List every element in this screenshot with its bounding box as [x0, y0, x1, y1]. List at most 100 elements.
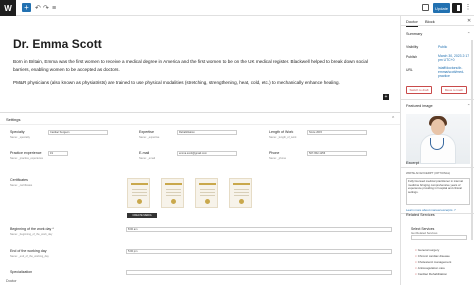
summary-heading[interactable]: Summary — [406, 32, 422, 36]
chevron-up-icon[interactable]: ⌃ — [467, 31, 470, 36]
redo-icon[interactable]: ↷ — [43, 4, 49, 12]
beginning-work-day-field-name: Name: _beginning_of_the_work_day — [10, 233, 53, 236]
certificate-line — [234, 195, 249, 196]
phone-field-name: Name: _phone — [269, 157, 287, 160]
service-tag[interactable]: × Anticoagulation care — [415, 266, 445, 270]
paragraph-block[interactable]: Born in Britain, Emma was the first wome… — [13, 58, 383, 74]
specialization-input[interactable] — [126, 270, 392, 275]
divider — [401, 99, 474, 100]
beginning-work-day-label: Beginning of the work day * — [10, 227, 54, 231]
excerpt-field-label: WRITE AN EXCERPT (OPTIONAL) — [406, 171, 451, 175]
settings-sidebar: Doctor Block ✕ Summary ⌃ Visibility Publ… — [400, 16, 474, 285]
end-working-day-label: End of the working day — [10, 249, 47, 253]
certificate-line — [234, 189, 249, 190]
certificate-seal-icon — [239, 199, 244, 204]
move-to-trash-button[interactable]: Move to trash — [441, 86, 467, 94]
certificate-seal-icon — [137, 199, 142, 204]
expertise-field-name: Name: _expertise — [139, 136, 160, 139]
certificate-thumbnail[interactable] — [195, 178, 218, 208]
doctor-face — [431, 119, 445, 135]
certificates-label: Certificates — [10, 178, 28, 182]
certificates-field-name: Name: _certificates — [10, 184, 33, 187]
excerpt-textarea[interactable]: Fully licensed medical practitioner in i… — [406, 178, 470, 205]
certificate-seal-icon — [205, 199, 210, 204]
remove-icon[interactable]: × — [415, 260, 417, 264]
certificate-title-mark — [199, 183, 216, 185]
certificate-title-mark — [131, 183, 148, 185]
length-of-work-input[interactable]: Since 2015 — [307, 130, 367, 135]
certificate-thumbnail[interactable] — [229, 178, 252, 208]
phone-label: Phone — [269, 151, 280, 155]
more-options-icon[interactable]: ⋮ — [464, 3, 472, 13]
paragraph-block[interactable]: PM&R physicians (also known as physiatri… — [13, 79, 383, 87]
metabox-heading: Settings — [6, 117, 21, 122]
expertise-label: Expertise — [139, 130, 154, 134]
chevron-up-icon[interactable]: ⌃ — [391, 116, 395, 122]
breadcrumb: Doctor — [6, 279, 17, 283]
certificate-title-mark — [233, 183, 250, 185]
related-services-heading[interactable]: Related Services — [406, 213, 435, 217]
divider — [0, 124, 400, 125]
service-tag[interactable]: × Chronic cardiac disease — [415, 254, 450, 258]
sidebar-scrollbar[interactable] — [471, 40, 473, 240]
tab-block[interactable]: Block — [425, 19, 435, 24]
post-title[interactable]: Dr. Emma Scott — [13, 37, 102, 51]
certificate-line — [200, 192, 215, 193]
excerpt-heading[interactable]: Excerpt — [406, 161, 419, 165]
chevron-up-icon[interactable]: ⌃ — [467, 103, 470, 108]
practice-experience-input[interactable]: 19 — [48, 151, 68, 156]
service-tag[interactable]: × General surgery — [415, 248, 439, 252]
visibility-value[interactable]: Public — [438, 45, 471, 49]
email-field-name: Name: _email — [139, 157, 156, 160]
certificate-line — [200, 195, 215, 196]
service-tag[interactable]: × Cholesterol management — [415, 260, 451, 264]
visibility-label: Visibility — [406, 45, 419, 49]
certificate-thumbnail[interactable] — [127, 178, 150, 208]
excerpt-learn-more-link[interactable]: Learn more about manual excerpts ↗ — [406, 208, 456, 212]
remove-icon[interactable]: × — [415, 272, 417, 276]
settings-toggle-icon[interactable] — [452, 3, 462, 13]
length-of-work-label: Length of Work — [269, 130, 294, 134]
phone-input[interactable]: 507-652-1256 — [307, 151, 367, 156]
wordpress-logo-icon[interactable]: W — [0, 0, 16, 16]
undo-icon[interactable]: ↶ — [35, 4, 41, 12]
email-input[interactable]: emma.scott@gmail.com — [177, 151, 237, 156]
beginning-work-day-input[interactable]: 8:00 am — [126, 227, 392, 232]
expertise-input[interactable]: Rehabilitation — [177, 130, 237, 135]
certificate-line — [132, 192, 147, 193]
view-post-icon[interactable] — [422, 4, 429, 11]
certificate-line — [234, 192, 249, 193]
certificate-title-mark — [165, 183, 182, 185]
block-inserter-icon[interactable]: + — [383, 94, 389, 100]
certificate-thumbnail[interactable] — [161, 178, 184, 208]
add-block-button[interactable]: + — [22, 3, 31, 12]
tab-doctor[interactable]: Doctor — [406, 19, 418, 27]
specialty-label: Specialty — [10, 130, 25, 134]
switch-to-draft-button[interactable]: Switch to draft — [406, 86, 432, 94]
end-working-day-input[interactable]: 5:00 pm — [126, 249, 392, 254]
remove-icon[interactable]: × — [415, 266, 417, 270]
service-tag[interactable]: × Cardiac Rehabilitation — [415, 272, 447, 276]
practice-experience-field-name: Name: _practice_experience — [10, 157, 44, 160]
publish-value[interactable]: March 30, 2023 2:17 pm UTC+0 — [438, 54, 471, 62]
certificate-line — [166, 192, 181, 193]
services-search-input[interactable] — [411, 235, 467, 240]
close-icon[interactable]: ✕ — [467, 18, 471, 24]
featured-image[interactable] — [406, 114, 470, 164]
url-value[interactable]: /staff/doctors/dr-emma/scott/med-practic… — [438, 66, 471, 79]
specialization-label: Specialization — [10, 270, 33, 274]
remove-icon[interactable]: × — [415, 248, 417, 252]
specialty-input[interactable]: Cardiac Surgeon — [48, 130, 108, 135]
remove-icon[interactable]: × — [415, 254, 417, 258]
specialty-field-name: Name: _specialty — [10, 136, 30, 139]
document-overview-icon[interactable]: ≡ — [52, 4, 56, 12]
featured-image-heading[interactable]: Featured image — [406, 104, 433, 108]
create-media-button[interactable]: CREATE MEDIA — [127, 213, 157, 218]
length-of-work-field-name: Name: _length_of_work — [269, 136, 297, 139]
practice-experience-label: Practice experience — [10, 151, 42, 155]
url-label: URL — [406, 68, 413, 72]
certificate-line — [132, 189, 147, 190]
update-button[interactable]: Update — [433, 3, 450, 13]
divider — [401, 167, 474, 168]
editor-app: W + ↶ ↷ ≡ Update ⋮ Dr. Emma Scott Born i… — [0, 0, 474, 285]
